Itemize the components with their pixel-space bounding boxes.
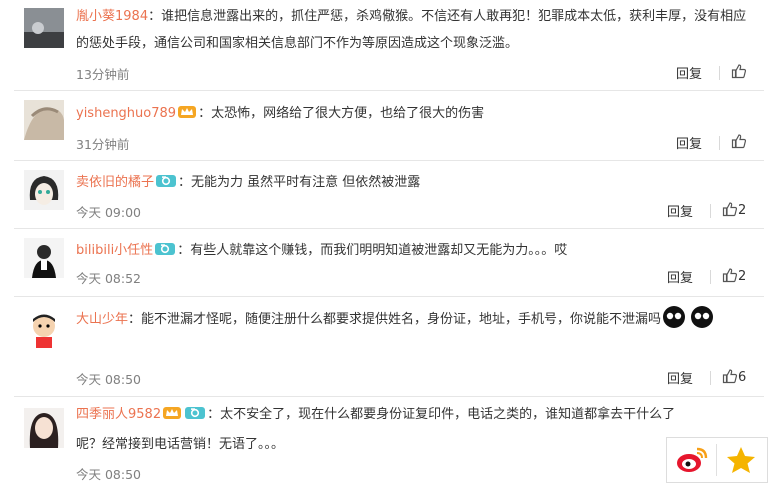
avatar[interactable] bbox=[24, 238, 64, 278]
reply-button[interactable]: 回复 bbox=[667, 267, 693, 286]
divider bbox=[716, 444, 717, 476]
comment-text: ：有些人就靠这个赚钱，而我们明明知道被泄露却又无能为力。。。哎 bbox=[177, 243, 568, 258]
like-button[interactable] bbox=[731, 63, 747, 80]
divider bbox=[719, 136, 720, 150]
floating-toolbar bbox=[666, 437, 768, 483]
comment-text: ：无能为力 虽然平时有注意 但依然被泄露 bbox=[178, 175, 421, 190]
divider bbox=[710, 270, 711, 284]
thumbs-up-icon bbox=[722, 202, 738, 217]
separator bbox=[14, 296, 764, 297]
comment-1: 胤小葵1984：谁把信息泄露出来的，抓住严惩，杀鸡儆猴。不信还有人敢再犯！犯罪成… bbox=[0, 0, 779, 88]
divider bbox=[710, 371, 711, 385]
username[interactable]: bilibili小任性 bbox=[76, 243, 153, 258]
vip-crown-icon bbox=[163, 403, 182, 431]
timestamp: 13分钟前 bbox=[76, 67, 130, 82]
timestamp: 今天 08:50 bbox=[76, 372, 141, 387]
like-button[interactable] bbox=[731, 133, 747, 150]
timestamp: 今天 08:52 bbox=[76, 271, 141, 286]
comment-5: 大山少年：能不泄漏才怪呢，随便注册什么都要求提供姓名，身份证，地址，手机号，你说… bbox=[0, 298, 779, 396]
like-button[interactable]: 2 bbox=[722, 267, 746, 284]
weibo-share-icon[interactable] bbox=[675, 444, 709, 476]
vip-crown-icon bbox=[178, 102, 197, 129]
comment-6: 四季丽人9582 ：太不安全了，现在什么都要身份证复印件，电话之类的，谁知道都拿去… bbox=[0, 398, 779, 496]
comment-2: yishenghuo789 ：太恐怖，网络给了很大方便，也给了很大的伤害 31分钟… bbox=[0, 92, 779, 158]
comment-text: ：能不泄漏才怪呢，随便注册什么都要求提供姓名，身份证，地址，手机号，你说能不泄漏… bbox=[128, 312, 662, 327]
divider bbox=[719, 66, 720, 80]
timestamp: 今天 08:50 bbox=[76, 467, 141, 482]
username[interactable]: 卖依旧的橘子 bbox=[76, 175, 154, 190]
reply-button[interactable]: 回复 bbox=[676, 133, 702, 152]
reply-button[interactable]: 回复 bbox=[667, 368, 693, 387]
username[interactable]: yishenghuo789 bbox=[76, 106, 176, 121]
reply-button[interactable]: 回复 bbox=[676, 63, 702, 82]
like-count: 6 bbox=[738, 370, 747, 385]
separator bbox=[14, 396, 764, 397]
separator bbox=[14, 90, 764, 91]
avatar[interactable] bbox=[24, 8, 64, 48]
timestamp: 今天 09:00 bbox=[76, 205, 141, 220]
emoji-icon bbox=[661, 306, 715, 328]
separator bbox=[14, 228, 764, 229]
username[interactable]: 四季丽人9582 bbox=[76, 407, 161, 422]
thumbs-up-icon bbox=[722, 369, 738, 384]
reply-button[interactable]: 回复 bbox=[667, 201, 693, 220]
comment-3: 卖依旧的橘子 ：无能为力 虽然平时有注意 但依然被泄露 今天 09:00 回复 2 bbox=[0, 162, 779, 226]
camera-badge-icon bbox=[156, 171, 177, 198]
comment-text: ：太恐怖，网络给了很大方便，也给了很大的伤害 bbox=[198, 106, 485, 121]
camera-badge-icon bbox=[155, 239, 176, 266]
thumbs-up-icon bbox=[722, 268, 738, 283]
comment-4: bilibili小任性 ：有些人就靠这个赚钱，而我们明明知道被泄露却又无能为力。。… bbox=[0, 230, 779, 296]
timestamp: 31分钟前 bbox=[76, 137, 130, 152]
divider bbox=[710, 204, 711, 218]
like-count: 2 bbox=[738, 203, 747, 218]
thumbs-up-icon bbox=[731, 134, 747, 149]
avatar[interactable] bbox=[24, 100, 64, 140]
comment-text: ：谁把信息泄露出来的，抓住严惩，杀鸡儆猴。不信还有人敢再犯！犯罪成本太低，获利丰… bbox=[76, 9, 747, 51]
separator bbox=[14, 160, 764, 161]
avatar[interactable] bbox=[24, 408, 64, 448]
favorite-star-icon[interactable] bbox=[725, 444, 757, 476]
like-count: 2 bbox=[738, 269, 747, 284]
camera-badge-icon bbox=[185, 403, 206, 431]
like-button[interactable]: 2 bbox=[722, 201, 746, 218]
username[interactable]: 大山少年 bbox=[76, 312, 128, 327]
like-button[interactable]: 6 bbox=[722, 368, 746, 385]
avatar[interactable] bbox=[24, 310, 64, 350]
thumbs-up-icon bbox=[731, 64, 747, 79]
username[interactable]: 胤小葵1984 bbox=[76, 9, 148, 24]
avatar[interactable] bbox=[24, 170, 64, 210]
